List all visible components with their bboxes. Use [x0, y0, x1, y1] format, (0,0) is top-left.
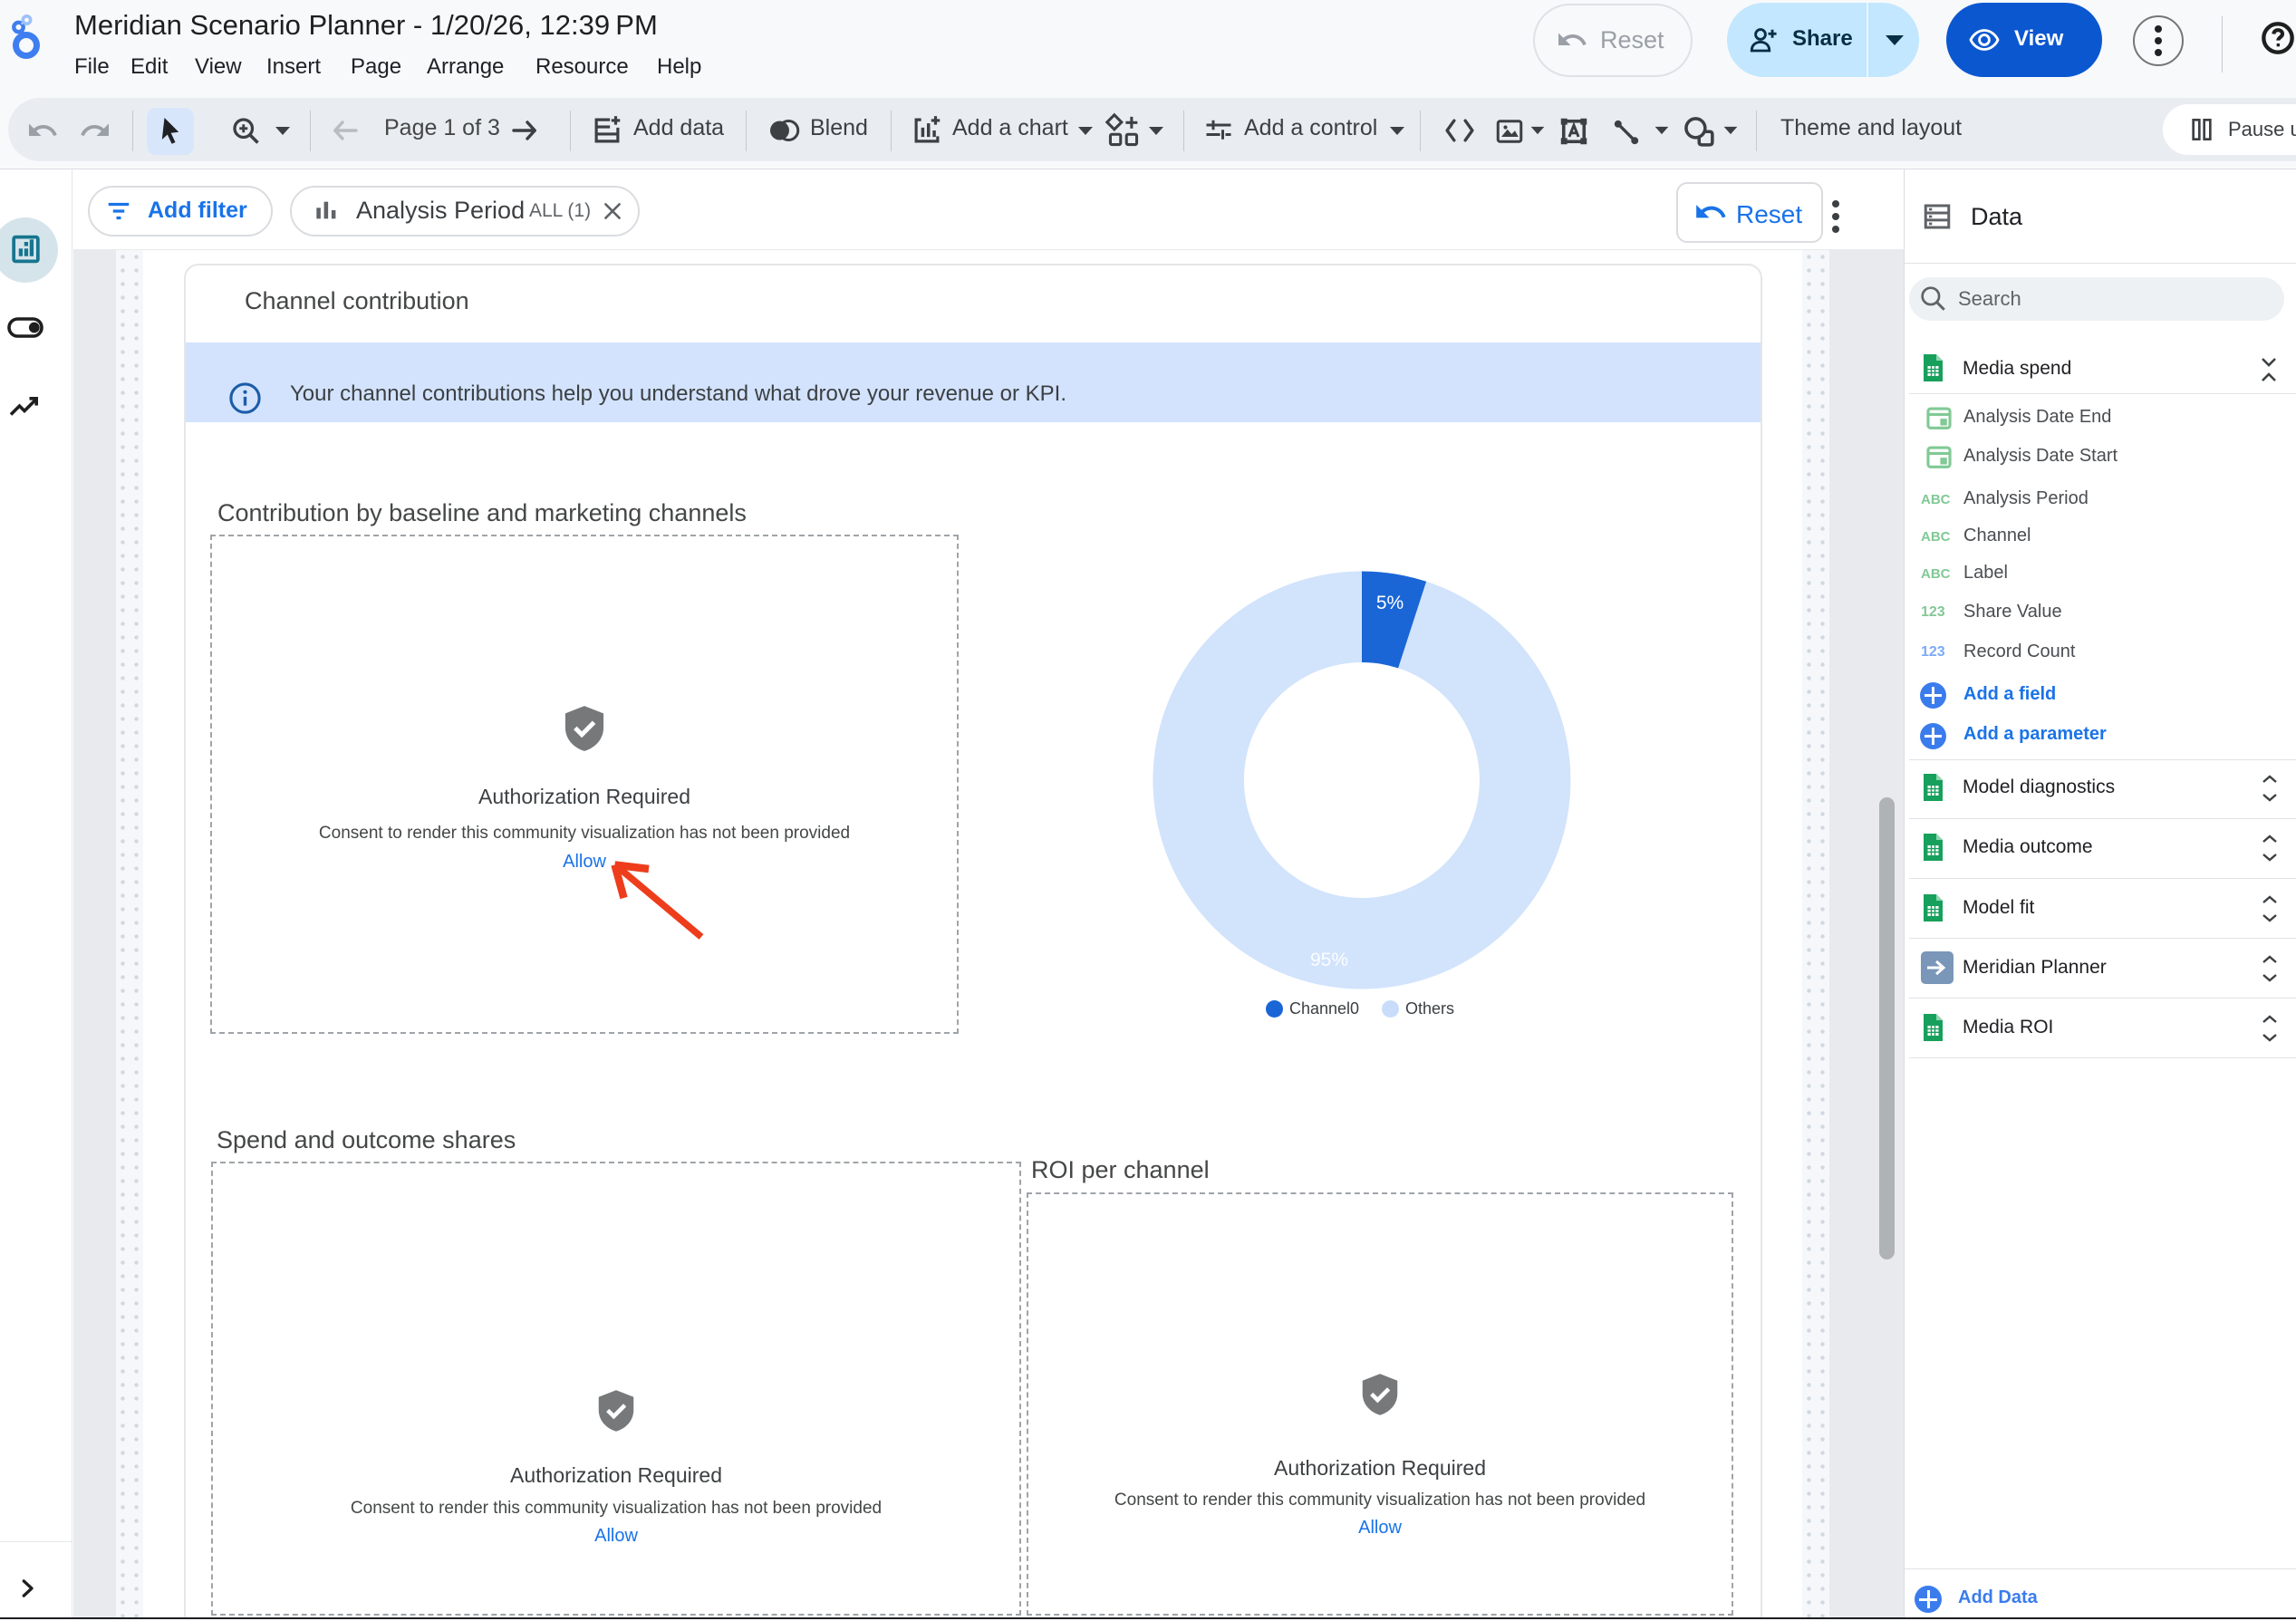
svg-text:95%: 95%	[1310, 950, 1348, 970]
svg-text:5%: 5%	[1376, 593, 1404, 613]
